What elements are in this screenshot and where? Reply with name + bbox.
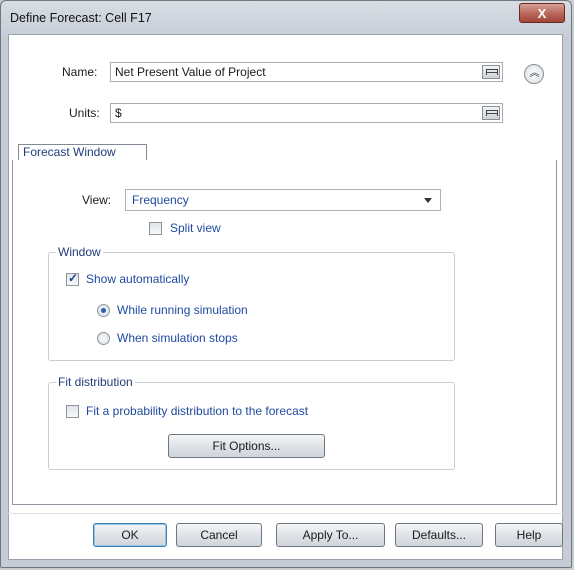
when-stops-label: When simulation stops (117, 331, 238, 345)
view-selected-value: Frequency (132, 193, 189, 207)
while-running-radio[interactable] (97, 304, 110, 317)
fit-distribution-group-title: Fit distribution (56, 375, 135, 389)
split-view-label: Split view (170, 221, 221, 235)
defaults-button[interactable]: Defaults... (395, 523, 483, 547)
button-row-separator (8, 513, 563, 514)
name-browse-icon[interactable] (482, 65, 500, 79)
split-view-checkbox[interactable] (149, 222, 162, 235)
cancel-button[interactable]: Cancel (176, 523, 262, 547)
tab-forecast-window[interactable]: Forecast Window (18, 144, 147, 161)
close-button[interactable]: X (519, 3, 565, 23)
fit-options-button[interactable]: Fit Options... (168, 434, 325, 458)
title-bar[interactable]: Define Forecast: Cell F17 X (1, 1, 571, 35)
units-browse-icon[interactable] (482, 106, 500, 120)
name-value: Net Present Value of Project (115, 65, 266, 79)
dropdown-caret-icon (424, 198, 432, 203)
when-stops-radio[interactable] (97, 332, 110, 345)
show-automatically-checkbox[interactable] (66, 271, 79, 286)
while-running-label: While running simulation (117, 303, 248, 317)
collapse-icon[interactable]: ︽ (524, 64, 544, 84)
fit-distribution-checkbox[interactable] (66, 405, 79, 418)
apply-to-button[interactable]: Apply To... (276, 523, 385, 547)
view-label: View: (82, 193, 112, 207)
ok-button[interactable]: OK (93, 523, 167, 547)
units-label: Units: (69, 106, 100, 120)
close-icon: X (537, 6, 547, 21)
units-field[interactable]: $ (110, 103, 503, 123)
window-title: Define Forecast: Cell F17 (10, 11, 152, 25)
fit-distribution-label: Fit a probability distribution to the fo… (86, 404, 309, 418)
window-group-title: Window (56, 245, 103, 259)
name-label: Name: (62, 65, 98, 79)
show-automatically-label: Show automatically (86, 272, 190, 286)
help-button[interactable]: Help (495, 523, 563, 547)
units-value: $ (115, 106, 122, 120)
tab-forecast-window-label: Forecast Window (23, 145, 116, 159)
view-select[interactable]: Frequency (125, 189, 441, 211)
name-field[interactable]: Net Present Value of Project (110, 62, 503, 82)
